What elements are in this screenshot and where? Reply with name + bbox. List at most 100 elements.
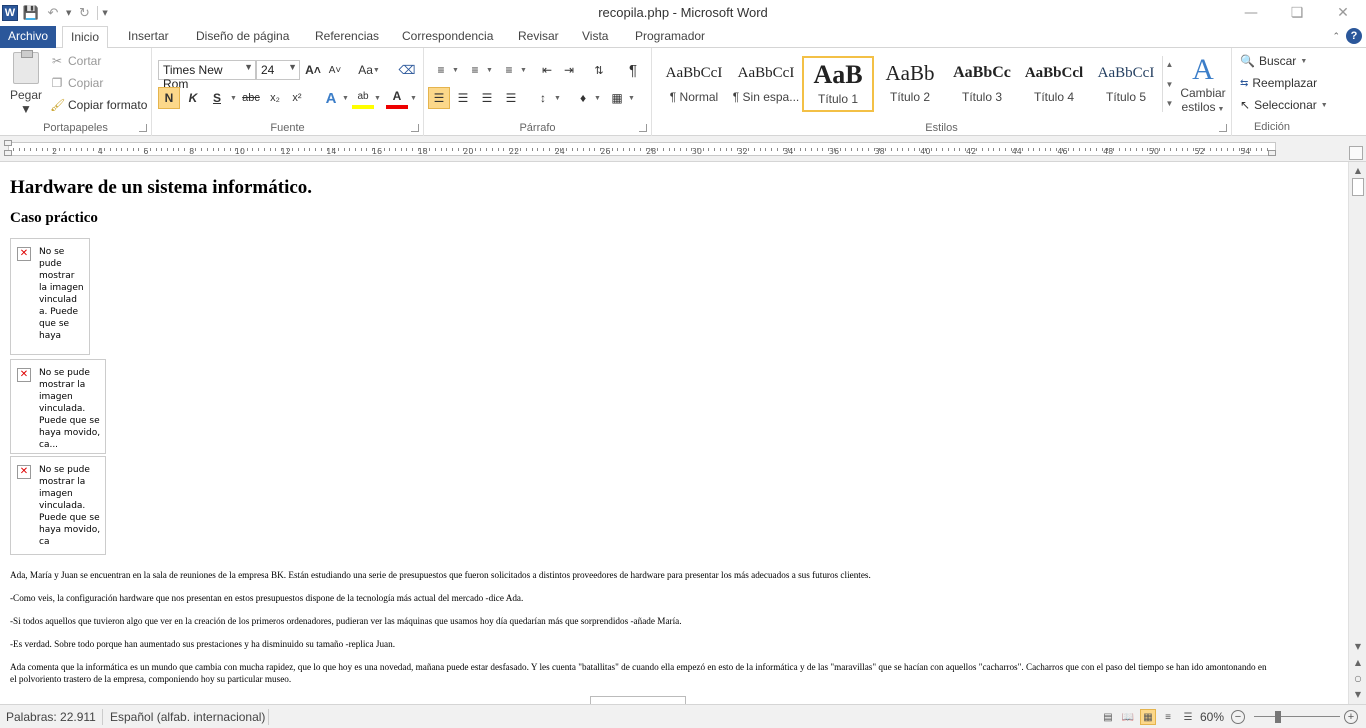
bullets-icon[interactable]: ≡ (430, 59, 452, 81)
scroll-up-icon[interactable]: ▲ (1349, 162, 1366, 178)
broken-image[interactable]: ✕ No se pude mostrar la imagen vinculad … (10, 238, 90, 355)
show-marks-button[interactable]: ¶ (622, 59, 644, 81)
word-count[interactable]: Palabras: 22.911 (6, 710, 96, 724)
style-heading-3[interactable]: AaBbCc Título 3 (946, 56, 1018, 112)
text-effects-icon[interactable]: A (320, 87, 342, 109)
style-normal[interactable]: AaBbCcI ¶ Normal (658, 56, 730, 112)
multilevel-list-icon[interactable]: ≡ (498, 59, 520, 81)
vertical-scrollbar[interactable]: ▲ ▼ ▲ ○ ▼ (1348, 162, 1366, 704)
language-indicator[interactable]: Español (alfab. internacional) (110, 710, 265, 724)
tab-page-layout[interactable]: Diseño de página (188, 26, 297, 48)
clear-formatting-icon[interactable]: ⌫ (396, 59, 418, 81)
tab-review[interactable]: Revisar (510, 26, 567, 48)
scroll-thumb[interactable] (1352, 178, 1364, 196)
previous-page-icon[interactable]: ▲ (1349, 654, 1366, 670)
document-area[interactable]: Hardware de un sistema informático. Caso… (0, 162, 1348, 704)
paragraph-launcher-icon[interactable] (639, 124, 647, 132)
change-case-button[interactable]: Aa ▼ (354, 59, 384, 81)
highlight-icon[interactable]: ab (352, 87, 374, 109)
increase-indent-icon[interactable]: ⇥ (558, 59, 580, 81)
find-button[interactable]: 🔍 Buscar ▼ (1240, 54, 1307, 68)
zoom-slider-knob[interactable] (1274, 711, 1281, 723)
web-layout-icon[interactable]: ▦ (1140, 709, 1156, 725)
align-left-icon[interactable]: ☰ (428, 87, 450, 109)
borders-icon[interactable]: ▦ (606, 87, 628, 109)
tab-insert[interactable]: Insertar (120, 26, 177, 48)
numbering-icon[interactable]: ≡ (464, 59, 486, 81)
grow-font-button[interactable]: A˄ (302, 59, 324, 81)
style-heading-2[interactable]: AaBb Título 2 (874, 56, 946, 112)
outline-icon[interactable]: ≡ (1160, 709, 1176, 725)
line-spacing-dropdown-icon[interactable]: ▼ (554, 95, 561, 102)
line-spacing-icon[interactable]: ↕ (532, 87, 554, 109)
justify-icon[interactable]: ☰ (500, 87, 522, 109)
gallery-down-icon[interactable]: ▼ (1166, 80, 1174, 89)
tab-home[interactable]: Inicio (62, 26, 109, 49)
highlight-dropdown-icon[interactable]: ▼ (374, 95, 381, 102)
minimize-ribbon-icon[interactable]: ⌃ (1332, 31, 1340, 42)
font-color-dropdown-icon[interactable]: ▼ (410, 95, 417, 102)
horizontal-ruler[interactable]: 2 4 6 8 10 12 14 16 18 20 22 24 26 28 30 32 34 36 38 40 42 44… (0, 136, 1366, 162)
tab-developer[interactable]: Programador (627, 26, 713, 48)
gallery-up-icon[interactable]: ▲ (1166, 60, 1174, 69)
borders-dropdown-icon[interactable]: ▼ (628, 95, 635, 102)
gallery-more-icon[interactable]: ▼ (1166, 99, 1174, 108)
change-styles-button[interactable]: A Cambiar estilos ▼ (1178, 54, 1228, 115)
shrink-font-button[interactable]: A˅ (324, 59, 346, 81)
tab-references[interactable]: Referencias (307, 26, 387, 48)
zoom-slider[interactable] (1254, 716, 1340, 717)
style-heading-1[interactable]: AaB Título 1 (802, 56, 874, 112)
align-center-icon[interactable]: ☰ (452, 87, 474, 109)
multilevel-dropdown-icon[interactable]: ▼ (520, 67, 527, 74)
minimize-button[interactable]: — (1228, 0, 1274, 26)
sort-icon[interactable]: ⇅ (588, 59, 610, 81)
cut-button[interactable]: ✂ Cortar (50, 54, 101, 68)
paste-button[interactable]: Pegar ▼ (6, 50, 46, 116)
bold-button[interactable]: N (158, 87, 180, 109)
shading-icon[interactable]: ♦ (572, 87, 594, 109)
font-launcher-icon[interactable] (411, 124, 419, 132)
zoom-level[interactable]: 60% (1200, 710, 1224, 724)
replace-button[interactable]: ⇆ Reemplazar (1240, 76, 1317, 90)
font-size-select[interactable]: 24 ▼ (256, 60, 300, 80)
next-page-icon[interactable]: ▼ (1349, 686, 1366, 702)
underline-dropdown-icon[interactable]: ▼ (230, 95, 237, 102)
copy-button[interactable]: ❐ Copiar (50, 76, 104, 90)
print-layout-icon[interactable]: ▤ (1100, 709, 1116, 725)
styles-gallery-scroll[interactable]: ▲ ▼ ▼ (1162, 56, 1176, 112)
view-ruler-button[interactable] (1349, 146, 1363, 160)
italic-button[interactable]: K (182, 87, 204, 109)
strikethrough-button[interactable]: abc (240, 87, 262, 109)
font-color-button[interactable]: A (386, 87, 408, 109)
align-right-icon[interactable]: ☰ (476, 87, 498, 109)
tab-mailings[interactable]: Correspondencia (394, 26, 501, 48)
style-heading-5[interactable]: AaBbCcI Título 5 (1090, 56, 1162, 112)
help-icon[interactable]: ? (1346, 28, 1362, 44)
tab-file[interactable]: Archivo (0, 26, 56, 48)
decrease-indent-icon[interactable]: ⇤ (536, 59, 558, 81)
hanging-indent-marker[interactable] (4, 150, 12, 156)
embedded-object[interactable] (590, 696, 686, 704)
text-effects-dropdown-icon[interactable]: ▼ (342, 95, 349, 102)
full-screen-reading-icon[interactable]: 📖 (1120, 709, 1136, 725)
bullets-dropdown-icon[interactable]: ▼ (452, 67, 459, 74)
select-button[interactable]: ↖ Seleccionar ▼ (1240, 98, 1328, 112)
shading-dropdown-icon[interactable]: ▼ (594, 95, 601, 102)
subscript-button[interactable]: x₂ (264, 87, 286, 109)
close-button[interactable]: ✕ (1320, 0, 1366, 26)
underline-button[interactable]: S (206, 87, 228, 109)
style-heading-4[interactable]: AaBbCcl Título 4 (1018, 56, 1090, 112)
numbering-dropdown-icon[interactable]: ▼ (486, 67, 493, 74)
restore-button[interactable]: ❏ (1274, 0, 1320, 26)
tab-view[interactable]: Vista (574, 26, 616, 48)
superscript-button[interactable]: x² (286, 87, 308, 109)
first-line-indent-marker[interactable] (4, 140, 12, 146)
broken-image[interactable]: ✕ No se pude mostrar la imagen vinculada… (10, 456, 106, 555)
clipboard-launcher-icon[interactable] (139, 124, 147, 132)
zoom-out-button[interactable]: − (1231, 710, 1245, 724)
font-name-select[interactable]: Times New Rom ▼ (158, 60, 256, 91)
styles-launcher-icon[interactable] (1219, 124, 1227, 132)
style-no-spacing[interactable]: AaBbCcI ¶ Sin espa... (730, 56, 802, 112)
scroll-down-icon[interactable]: ▼ (1349, 638, 1366, 654)
right-indent-marker[interactable] (1268, 150, 1276, 156)
